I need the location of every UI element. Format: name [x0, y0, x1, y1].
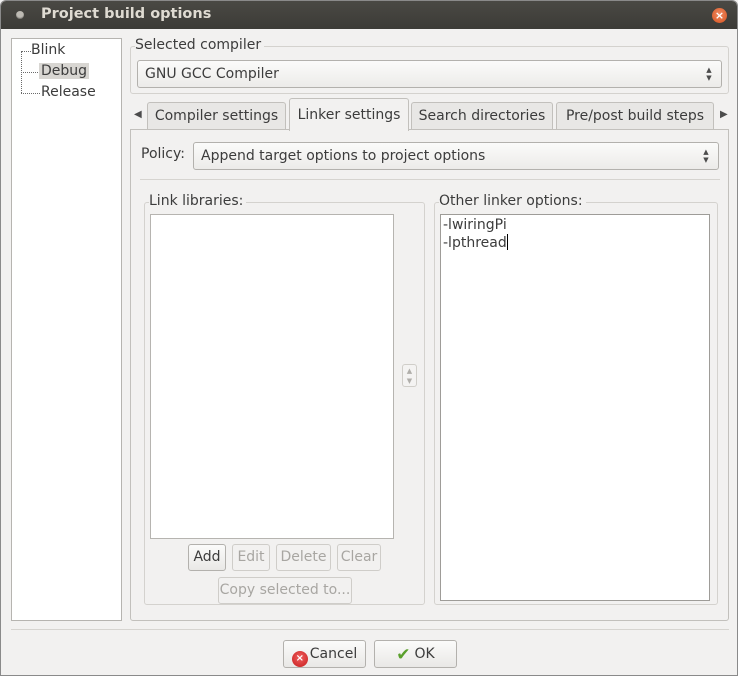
tree-item-debug[interactable]: Debug	[39, 63, 90, 79]
title-bar[interactable]: Project build options ×	[1, 1, 737, 29]
tab-scroll-left-icon[interactable]: ◀	[134, 109, 142, 120]
compiler-group-label: Selected compiler	[135, 37, 265, 53]
policy-select[interactable]: Append target options to project options…	[193, 142, 719, 170]
tab-linker-settings[interactable]: Linker settings	[289, 98, 409, 131]
cancel-button-label: Cancel	[309, 646, 358, 662]
window-title: Project build options	[41, 6, 212, 22]
copy-selected-to-button[interactable]: Copy selected to...	[218, 577, 352, 604]
policy-select-value: Append target options to project options	[201, 148, 486, 164]
tree-item-blink[interactable]: Blink	[31, 42, 65, 58]
dialog-separator	[11, 629, 729, 630]
ok-button-label: OK	[414, 646, 435, 662]
cancel-button[interactable]: × Cancel	[283, 640, 366, 668]
link-libraries-list[interactable]	[150, 214, 394, 539]
linker-option-line: -lpthread	[443, 235, 507, 251]
tree-connector	[21, 72, 40, 73]
linker-option-line-with-caret: -lpthread	[443, 234, 707, 252]
checkmark-icon: ✔	[396, 645, 411, 665]
dialog-window: Project build options × Blink Debug Rele…	[0, 0, 738, 676]
tab-compiler-settings[interactable]: Compiler settings	[147, 102, 286, 130]
add-library-button[interactable]: Add	[188, 544, 226, 571]
other-linker-label: Other linker options:	[439, 193, 586, 209]
tree-connector	[21, 93, 40, 94]
policy-label: Policy:	[141, 146, 185, 162]
delete-library-button[interactable]: Delete	[276, 544, 331, 571]
window-menu-icon[interactable]	[16, 11, 24, 19]
cancel-icon: ×	[291, 651, 308, 667]
link-libraries-label: Link libraries:	[149, 193, 247, 209]
select-arrows-icon: ▲ ▼	[706, 66, 712, 82]
tab-pre-post-build-steps[interactable]: Pre/post build steps	[556, 102, 714, 130]
clear-libraries-button[interactable]: Clear	[337, 544, 381, 571]
text-caret	[506, 234, 508, 250]
tree-item-release[interactable]: Release	[41, 84, 96, 100]
ok-button[interactable]: ✔ OK	[374, 640, 457, 668]
select-arrows-icon: ▲ ▼	[703, 148, 709, 164]
policy-separator	[140, 179, 720, 180]
tab-scroll-right-icon[interactable]: ▶	[720, 109, 728, 120]
edit-library-button[interactable]: Edit	[232, 544, 270, 571]
library-order-spinner[interactable]: ▲ ▼	[402, 364, 417, 387]
tree-connector	[21, 51, 31, 52]
compiler-select[interactable]: GNU GCC Compiler ▲ ▼	[137, 60, 722, 88]
close-icon[interactable]: ×	[712, 8, 727, 23]
other-linker-options-textarea[interactable]: -lwiringPi -lpthread	[440, 214, 710, 601]
linker-option-line: -lwiringPi	[443, 217, 507, 233]
build-target-tree[interactable]: Blink Debug Release	[11, 38, 122, 621]
tab-search-directories[interactable]: Search directories	[411, 102, 553, 130]
compiler-select-value: GNU GCC Compiler	[145, 66, 279, 82]
